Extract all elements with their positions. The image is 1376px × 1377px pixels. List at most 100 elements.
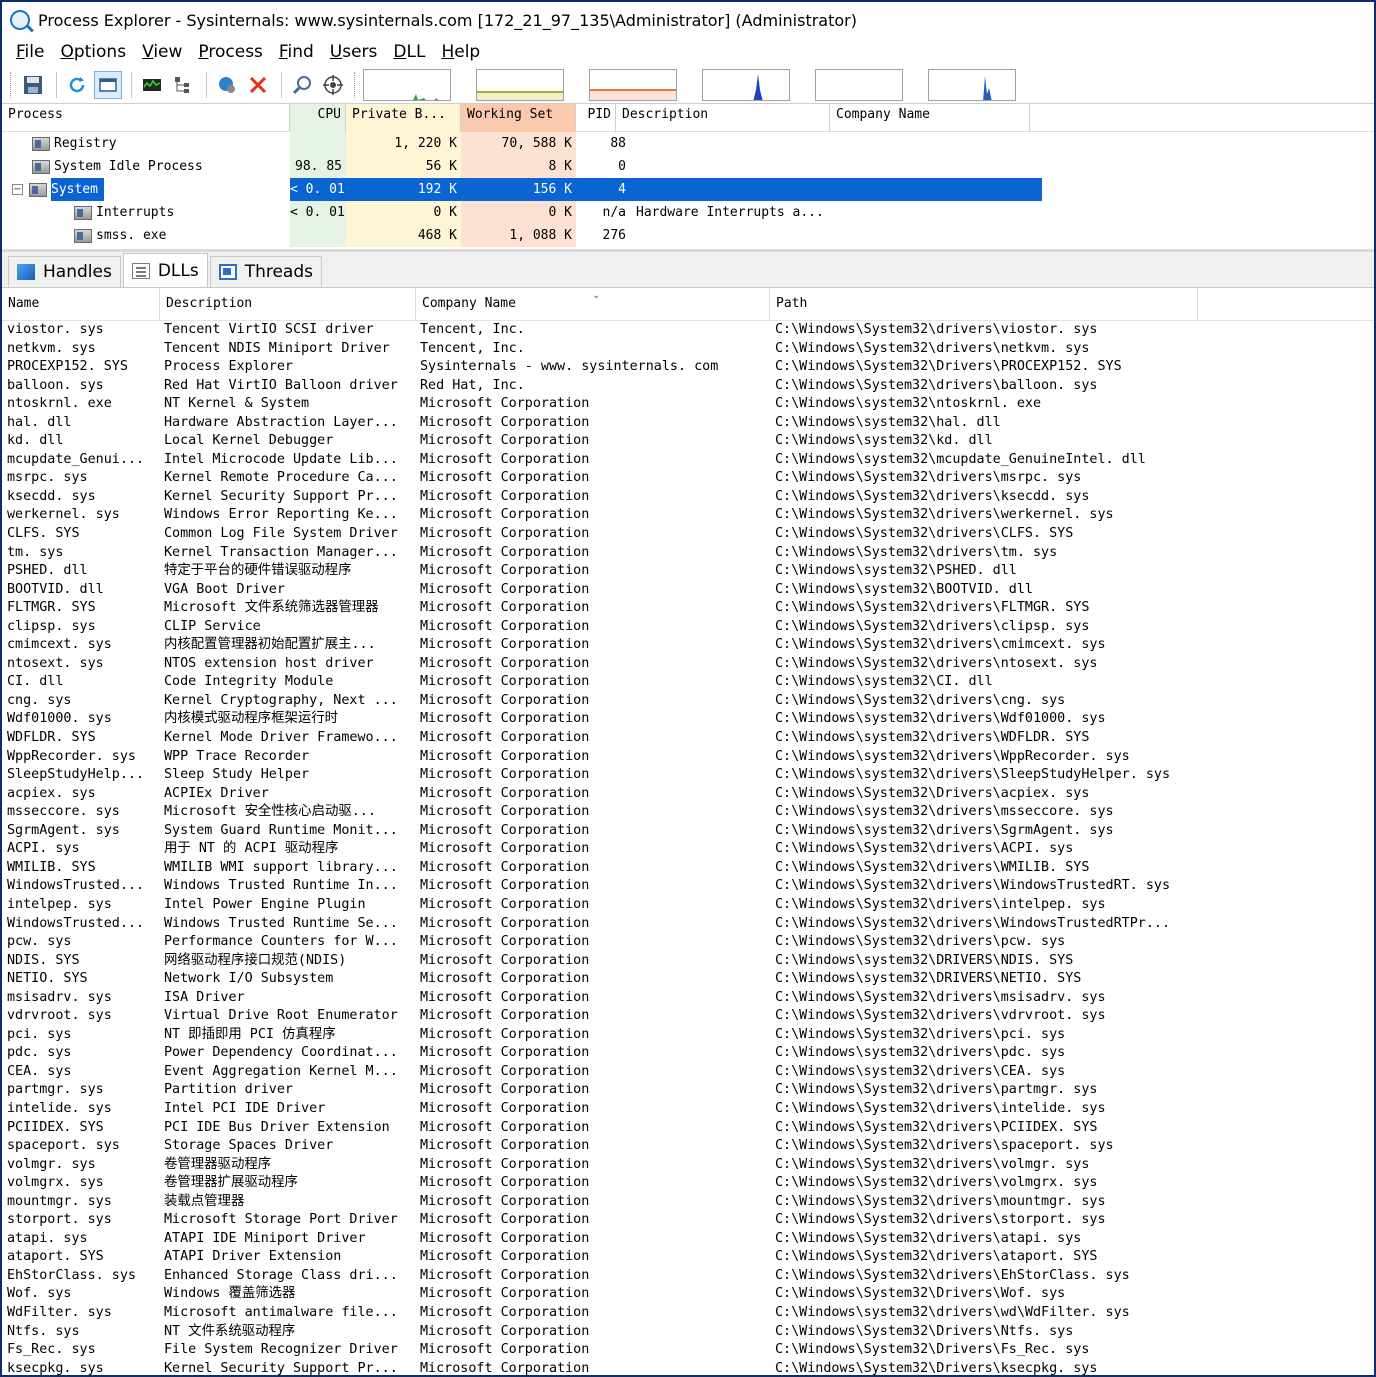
- tab-dlls[interactable]: DLLs: [122, 253, 208, 287]
- dll-row[interactable]: ntoskrnl. exe NT Kernel & System Microsoft…: [2, 395, 1374, 414]
- system-info-icon[interactable]: [138, 71, 166, 99]
- dll-row[interactable]: kd. dll Local Kernel Debugger Microsoft Co…: [2, 432, 1374, 451]
- dll-row[interactable]: BOOTVID. dll VGA Boot Driver Microsoft Cor…: [2, 581, 1374, 600]
- cpu-graph[interactable]: [363, 68, 451, 101]
- dll-row[interactable]: msrpc. sys Kernel Remote Procedure Ca... M…: [2, 469, 1374, 488]
- dll-row[interactable]: viostor. sys Tencent VirtIO SCSI driver Te…: [2, 321, 1374, 340]
- dll-row[interactable]: ntosext. sys NTOS extension host driver Mi…: [2, 655, 1374, 674]
- dll-row[interactable]: balloon. sys Red Hat VirtIO Balloon drive…: [2, 377, 1374, 396]
- dll-row[interactable]: PSHED. dll 特定于平台的硬件错误驱动程序 Microsoft Corpor…: [2, 562, 1374, 581]
- dll-row[interactable]: ataport. SYS ATAPI Driver Extension Micros…: [2, 1248, 1374, 1267]
- dll-row[interactable]: storport. sys Microsoft Storage Port Driv…: [2, 1211, 1374, 1230]
- dll-company: Microsoft Corporation: [420, 1212, 590, 1228]
- col-description[interactable]: Description: [616, 104, 830, 132]
- dll-row[interactable]: atapi. sys ATAPI IDE Miniport Driver Micro…: [2, 1230, 1374, 1249]
- col-working-set[interactable]: Working Set: [461, 104, 576, 132]
- dll-row[interactable]: netkvm. sys Tencent NDIS Miniport Driver T…: [2, 340, 1374, 359]
- menu-view[interactable]: View: [134, 42, 190, 62]
- col-company-name[interactable]: Company Name: [830, 104, 1030, 132]
- dll-row[interactable]: Wdf01000. sys 内核模式驱动程序框架运行时 Microsoft Corp…: [2, 710, 1374, 729]
- save-icon[interactable]: [19, 71, 47, 99]
- dll-row[interactable]: mountmgr. sys 装载点管理器 Microsoft Corporation…: [2, 1193, 1374, 1212]
- process-row[interactable]: Registry 1, 220 K 70, 588 K 88: [2, 132, 1374, 155]
- dll-row[interactable]: NETIO. SYS Network I/O Subsystem Microsoft…: [2, 970, 1374, 989]
- process-row[interactable]: − System < 0. 01 192 K 156 K4: [2, 178, 1374, 201]
- physical-memory-graph[interactable]: [589, 68, 677, 101]
- tab-handles[interactable]: Handles: [8, 256, 121, 287]
- dll-row[interactable]: cmimcext. sys 内核配置管理器初始配置扩展主... Microsoft …: [2, 636, 1374, 655]
- tree-icon[interactable]: [169, 71, 197, 99]
- menu-options[interactable]: Options: [52, 42, 134, 62]
- dll-row[interactable]: werkernel. sys Windows Error Reporting Ke…: [2, 506, 1374, 525]
- properties-icon[interactable]: [213, 71, 241, 99]
- window-icon[interactable]: [94, 70, 122, 99]
- menu-file[interactable]: File: [8, 42, 52, 62]
- col-process[interactable]: Process: [2, 104, 290, 132]
- col-dll-name[interactable]: Name: [2, 288, 160, 321]
- process-row[interactable]: System Idle Process 98. 85 56 K8 K 0: [2, 155, 1374, 178]
- refresh-icon[interactable]: [63, 71, 91, 99]
- menu-find[interactable]: Find: [271, 42, 322, 62]
- col-private-bytes[interactable]: Private B...: [346, 104, 461, 132]
- dll-row[interactable]: WdFilter. sys Microsoft antimalware file.…: [2, 1304, 1374, 1323]
- dll-row[interactable]: Ntfs. sys NT 文件系统驱动程序 Microsoft Corporatio…: [2, 1323, 1374, 1342]
- dll-row[interactable]: ksecpkg. sys Kernel Security Support Pr..…: [2, 1360, 1374, 1375]
- kill-process-icon[interactable]: [244, 71, 272, 99]
- col-dll-description[interactable]: Description: [160, 288, 416, 321]
- dll-row[interactable]: acpiex. sys ACPIEx Driver Microsoft Corpor…: [2, 785, 1374, 804]
- tab-threads[interactable]: Threads: [209, 256, 323, 287]
- dll-row[interactable]: PROCEXP152. SYS Process Explorer Sysintern…: [2, 358, 1374, 377]
- dll-row[interactable]: msisadrv. sys ISA Driver Microsoft Corpora…: [2, 989, 1374, 1008]
- dll-row[interactable]: pcw. sys Performance Counters for W... Mic…: [2, 933, 1374, 952]
- dll-row[interactable]: pdc. sys Power Dependency Coordinat... Mic…: [2, 1044, 1374, 1063]
- dll-row[interactable]: spaceport. sys Storage Spaces Driver Micro…: [2, 1137, 1374, 1156]
- dll-row[interactable]: intelide. sys Intel PCI IDE Driver Microso…: [2, 1100, 1374, 1119]
- dll-row[interactable]: PCIIDEX. SYS PCI IDE Bus Driver Extension…: [2, 1119, 1374, 1138]
- dll-row[interactable]: EhStorClass. sys Enhanced Storage Class d…: [2, 1267, 1374, 1286]
- dll-row[interactable]: ACPI. sys 用于 NT 的 ACPI 驱动程序 Microsoft Corp…: [2, 840, 1374, 859]
- dll-row[interactable]: SgrmAgent. sys System Guard Runtime Monit…: [2, 822, 1374, 841]
- dll-row[interactable]: FLTMGR. SYS Microsoft 文件系统筛选器管理器 Microsoft…: [2, 599, 1374, 618]
- io-graph[interactable]: [702, 68, 790, 101]
- dll-row[interactable]: partmgr. sys Partition driver Microsoft Co…: [2, 1081, 1374, 1100]
- menu-users[interactable]: Users: [322, 42, 386, 62]
- dll-row[interactable]: cng. sys Kernel Cryptography, Next ... Mic…: [2, 692, 1374, 711]
- dll-row[interactable]: msseccore. sys Microsoft 安全性核心启动驱... Micro…: [2, 803, 1374, 822]
- dll-row[interactable]: volmgr. sys 卷管理器驱动程序 Microsoft Corporation…: [2, 1156, 1374, 1175]
- collapse-icon[interactable]: −: [12, 184, 23, 195]
- target-icon[interactable]: [319, 71, 347, 99]
- dll-row[interactable]: SleepStudyHelp... Sleep Study Helper Micro…: [2, 766, 1374, 785]
- process-row[interactable]: smss. exe 468 K 1, 088 K 276: [2, 224, 1374, 247]
- dll-row[interactable]: CEA. sys Event Aggregation Kernel M... Mic…: [2, 1063, 1374, 1082]
- dll-row[interactable]: CI. dll Code Integrity Module Microsoft Co…: [2, 673, 1374, 692]
- dll-row[interactable]: clipsp. sys CLIP Service Microsoft Corpora…: [2, 618, 1374, 637]
- commit-graph[interactable]: [476, 68, 564, 101]
- dll-row[interactable]: volmgrx. sys 卷管理器扩展驱动程序 Microsoft Corporat…: [2, 1174, 1374, 1193]
- dll-row[interactable]: WMILIB. SYS WMILIB WMI support library...…: [2, 859, 1374, 878]
- dll-row[interactable]: NDIS. SYS 网络驱动程序接口规范(NDIS) Microsoft Corpo…: [2, 952, 1374, 971]
- col-cpu[interactable]: CPU: [290, 104, 346, 132]
- dll-row[interactable]: WDFLDR. SYS Kernel Mode Driver Framewo...…: [2, 729, 1374, 748]
- col-dll-path[interactable]: Path: [770, 288, 1198, 321]
- disk-graph[interactable]: [928, 68, 1016, 101]
- dll-row[interactable]: tm. sys Kernel Transaction Manager... Micr…: [2, 544, 1374, 563]
- dll-row[interactable]: WppRecorder. sys WPP Trace Recorder Micros…: [2, 748, 1374, 767]
- dll-row[interactable]: CLFS. SYS Common Log File System Driver Mi…: [2, 525, 1374, 544]
- menu-process[interactable]: Process: [190, 42, 271, 62]
- dll-row[interactable]: intelpep. sys Intel Power Engine Plugin Mi…: [2, 896, 1374, 915]
- find-icon[interactable]: [288, 71, 316, 99]
- dll-row[interactable]: pci. sys NT 即插即用 PCI 仿真程序 Microsoft Corpor…: [2, 1026, 1374, 1045]
- dll-row[interactable]: Wof. sys Windows 覆盖筛选器 Microsoft Corporati…: [2, 1285, 1374, 1304]
- menu-dll[interactable]: DLL: [385, 42, 433, 62]
- dll-row[interactable]: Fs_Rec. sys File System Recognizer Driver…: [2, 1341, 1374, 1360]
- dll-row[interactable]: WindowsTrusted... Windows Trusted Runtime…: [2, 877, 1374, 896]
- dll-row[interactable]: WindowsTrusted... Windows Trusted Runtime…: [2, 915, 1374, 934]
- dll-row[interactable]: ksecdd. sys Kernel Security Support Pr...…: [2, 488, 1374, 507]
- dll-row[interactable]: hal. dll Hardware Abstraction Layer... Mic…: [2, 414, 1374, 433]
- network-graph[interactable]: [815, 68, 903, 101]
- menu-help[interactable]: Help: [433, 42, 488, 62]
- process-row[interactable]: Interrupts < 0. 01 0 K0 Kn/a Hardware Inter…: [2, 201, 1374, 224]
- col-pid[interactable]: PID: [576, 104, 616, 132]
- dll-row[interactable]: mcupdate_Genui... Intel Microcode Update …: [2, 451, 1374, 470]
- dll-row[interactable]: vdrvroot. sys Virtual Drive Root Enumerat…: [2, 1007, 1374, 1026]
